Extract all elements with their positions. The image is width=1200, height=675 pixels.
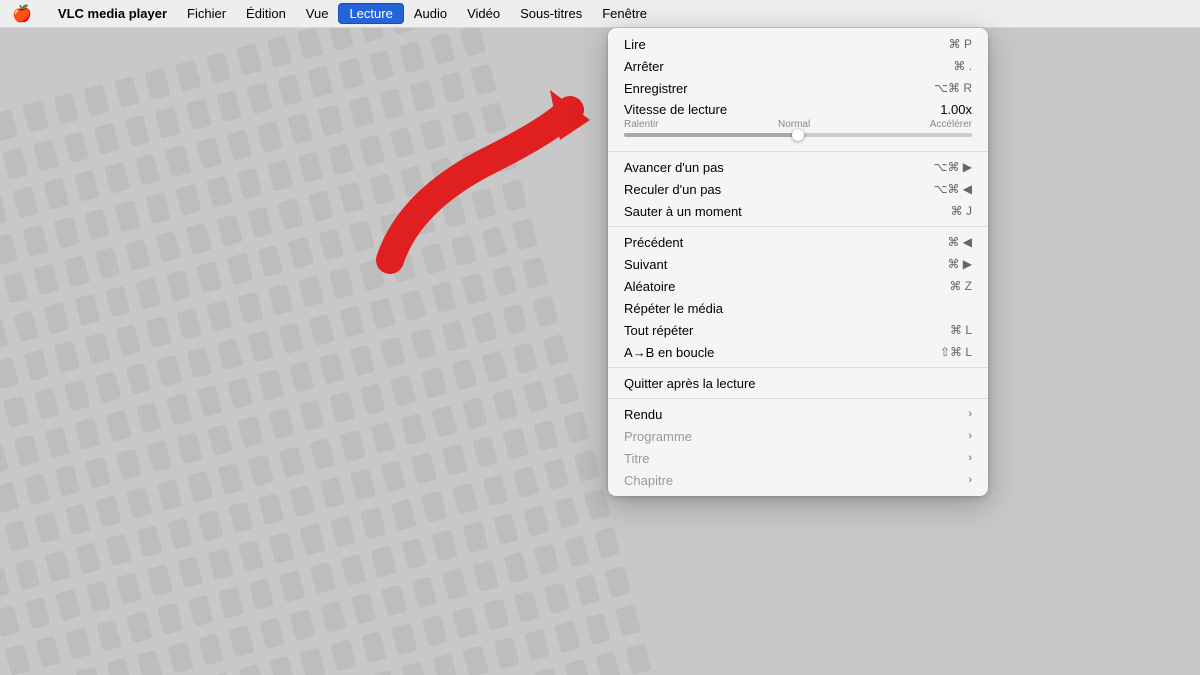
speed-section: Vitesse de lecture 1.00x Ralentir Normal… bbox=[608, 99, 988, 147]
menu-item-enregistrer-label: Enregistrer bbox=[624, 81, 688, 96]
menu-item-avancer[interactable]: Avancer d'un pas ⌥⌘ ▶ bbox=[608, 156, 988, 178]
menu-item-arreter-label: Arrêter bbox=[624, 59, 664, 74]
menu-fenetre[interactable]: Fenêtre bbox=[592, 4, 657, 23]
separator-1 bbox=[608, 151, 988, 152]
menu-edition[interactable]: Édition bbox=[236, 4, 296, 23]
separator-2 bbox=[608, 226, 988, 227]
menu-fichier[interactable]: Fichier bbox=[177, 4, 236, 23]
menu-item-programme[interactable]: Programme › bbox=[608, 425, 988, 447]
apple-logo[interactable]: 🍎 bbox=[12, 4, 32, 24]
menu-item-sauter[interactable]: Sauter à un moment ⌘ J bbox=[608, 200, 988, 222]
app-name[interactable]: VLC media player bbox=[48, 4, 177, 23]
menu-item-quitter-apres[interactable]: Quitter après la lecture bbox=[608, 372, 988, 394]
menu-item-sauter-label: Sauter à un moment bbox=[624, 204, 742, 219]
red-arrow bbox=[330, 80, 610, 285]
submenu-arrow-chapitre: › bbox=[968, 474, 972, 486]
menu-lecture[interactable]: Lecture bbox=[338, 3, 403, 24]
menu-item-enregistrer-shortcut: ⌥⌘ R bbox=[934, 81, 972, 95]
menu-item-reculer[interactable]: Reculer d'un pas ⌥⌘ ◀ bbox=[608, 178, 988, 200]
menu-audio[interactable]: Audio bbox=[404, 4, 457, 23]
menu-item-suivant-label: Suivant bbox=[624, 257, 667, 272]
menu-item-repeter-media-label: Répéter le média bbox=[624, 301, 723, 316]
menu-item-precedent-label: Précédent bbox=[624, 235, 683, 250]
menu-item-precedent[interactable]: Précédent ⌘ ◀ bbox=[608, 231, 988, 253]
menu-item-ab-boucle-shortcut: ⇧⌘ L bbox=[940, 345, 972, 359]
speed-mid-label: Normal bbox=[778, 119, 810, 130]
menu-item-enregistrer[interactable]: Enregistrer ⌥⌘ R bbox=[608, 77, 988, 99]
submenu-arrow-rendu: › bbox=[968, 408, 972, 420]
menu-item-arreter-shortcut: ⌘ . bbox=[953, 59, 972, 73]
menu-item-titre[interactable]: Titre › bbox=[608, 447, 988, 469]
menu-item-rendu-label: Rendu bbox=[624, 407, 662, 422]
speed-slider-fill bbox=[624, 133, 798, 137]
menu-item-avancer-label: Avancer d'un pas bbox=[624, 160, 724, 175]
menu-item-lire[interactable]: Lire ⌘ P bbox=[608, 33, 988, 55]
menu-item-ab-boucle-label: A→B en boucle bbox=[624, 345, 714, 360]
lecture-dropdown: Lire ⌘ P Arrêter ⌘ . Enregistrer ⌥⌘ R Vi… bbox=[608, 28, 988, 496]
menu-video[interactable]: Vidéo bbox=[457, 4, 510, 23]
menu-item-tout-repeter[interactable]: Tout répéter ⌘ L bbox=[608, 319, 988, 341]
menu-item-aleatoire-label: Aléatoire bbox=[624, 279, 675, 294]
menu-item-lire-shortcut: ⌘ P bbox=[949, 37, 972, 51]
menu-item-chapitre[interactable]: Chapitre › bbox=[608, 469, 988, 491]
menu-item-avancer-shortcut: ⌥⌘ ▶ bbox=[934, 160, 972, 174]
menu-item-tout-repeter-label: Tout répéter bbox=[624, 323, 693, 338]
speed-slider-thumb[interactable] bbox=[792, 129, 804, 141]
menu-item-sauter-shortcut: ⌘ J bbox=[951, 204, 972, 218]
speed-value: 1.00x bbox=[940, 102, 972, 117]
menu-vue[interactable]: Vue bbox=[296, 4, 339, 23]
menu-item-ab-boucle[interactable]: A→B en boucle ⇧⌘ L bbox=[608, 341, 988, 363]
menu-bar: 🍎 VLC media player Fichier Édition Vue L… bbox=[0, 0, 1200, 28]
menu-item-arreter[interactable]: Arrêter ⌘ . bbox=[608, 55, 988, 77]
menu-item-precedent-shortcut: ⌘ ◀ bbox=[947, 235, 972, 249]
separator-4 bbox=[608, 398, 988, 399]
submenu-arrow-programme: › bbox=[968, 430, 972, 442]
submenu-arrow-titre: › bbox=[968, 452, 972, 464]
menu-sous-titres[interactable]: Sous-titres bbox=[510, 4, 592, 23]
menu-item-programme-label: Programme bbox=[624, 429, 692, 444]
menu-item-titre-label: Titre bbox=[624, 451, 650, 466]
menu-item-suivant-shortcut: ⌘ ▶ bbox=[947, 257, 972, 271]
menu-item-quitter-apres-label: Quitter après la lecture bbox=[624, 376, 756, 391]
menu-item-reculer-label: Reculer d'un pas bbox=[624, 182, 721, 197]
menu-item-tout-repeter-shortcut: ⌘ L bbox=[950, 323, 972, 337]
speed-label: Vitesse de lecture bbox=[624, 102, 727, 117]
menu-item-suivant[interactable]: Suivant ⌘ ▶ bbox=[608, 253, 988, 275]
menu-item-reculer-shortcut: ⌥⌘ ◀ bbox=[934, 182, 972, 196]
menu-item-aleatoire[interactable]: Aléatoire ⌘ Z bbox=[608, 275, 988, 297]
menu-item-aleatoire-shortcut: ⌘ Z bbox=[949, 279, 972, 293]
speed-max-label: Accélérer bbox=[930, 119, 972, 130]
menu-item-chapitre-label: Chapitre bbox=[624, 473, 673, 488]
menu-item-lire-label: Lire bbox=[624, 37, 646, 52]
separator-3 bbox=[608, 367, 988, 368]
menu-item-repeter-media[interactable]: Répéter le média bbox=[608, 297, 988, 319]
menu-item-rendu[interactable]: Rendu › bbox=[608, 403, 988, 425]
speed-slider[interactable] bbox=[624, 133, 972, 137]
speed-min-label: Ralentir bbox=[624, 119, 658, 130]
